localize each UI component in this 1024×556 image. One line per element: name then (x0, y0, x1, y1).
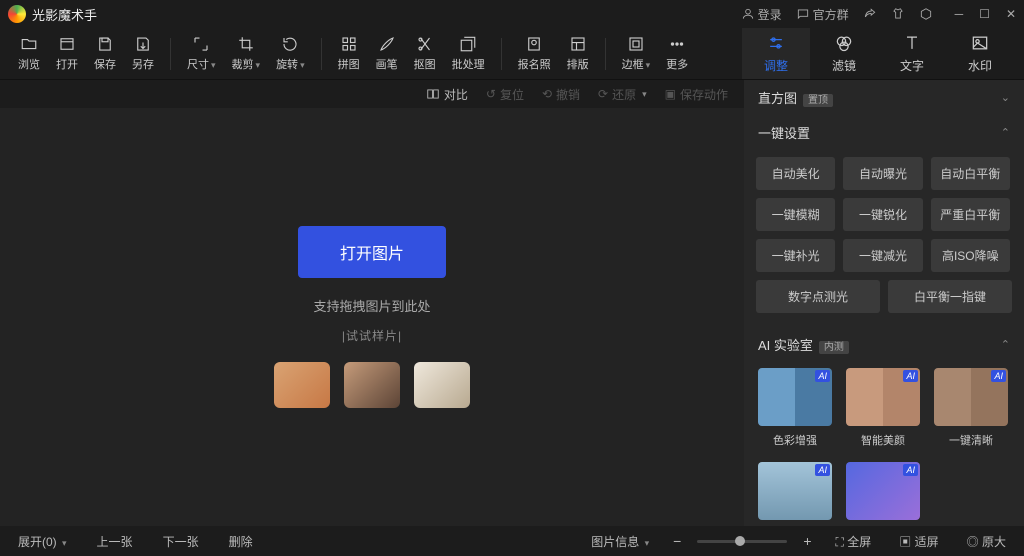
expand-button[interactable]: 展开(0) ▾ (10, 530, 75, 553)
group-label: 官方群 (813, 6, 849, 23)
minimize-icon[interactable]: ─ (955, 7, 964, 21)
chevron-up-icon: ⌃ (1001, 338, 1010, 351)
login-label: 登录 (758, 6, 782, 23)
next-button[interactable]: 下一张 (155, 530, 207, 553)
zoom-slider[interactable] (697, 540, 787, 543)
tool-brush[interactable]: 画笔 (368, 35, 406, 72)
share-icon[interactable] (863, 7, 877, 21)
tool-frame[interactable]: 边框▾ (614, 35, 659, 72)
preset-auto-exposure[interactable]: 自动曝光 (843, 157, 922, 190)
preset-wb-onekey[interactable]: 白平衡一指键 (888, 280, 1012, 313)
chevron-down-icon: ⌄ (1001, 91, 1010, 104)
drag-hint-text: 支持拖拽图片到此处 (313, 296, 430, 315)
preset-grid: 自动美化 自动曝光 自动白平衡 一键模糊 一键锐化 严重白平衡 一键补光 一键减… (756, 157, 1012, 313)
settings-icon[interactable] (919, 7, 933, 21)
tool-crop[interactable]: 裁剪▾ (224, 35, 269, 72)
app-title: 光影魔术手 (32, 5, 97, 24)
preset-iso-nr[interactable]: 高ISO降噪 (931, 239, 1010, 272)
preset-strong-wb[interactable]: 严重白平衡 (931, 198, 1010, 231)
tab-adjust[interactable]: 调整 (742, 28, 810, 79)
ai-item-4[interactable]: AI (758, 462, 832, 520)
prev-button[interactable]: 上一张 (89, 530, 141, 553)
main-toolbar: 浏览 打开 保存 另存 尺寸▾ 裁剪▾ 旋转▾ 拼图 画笔 抠图 批处理 报名照… (0, 28, 1024, 80)
tool-batch[interactable]: 批处理 (444, 35, 493, 72)
sample-thumb-3[interactable] (414, 362, 470, 408)
open-image-button[interactable]: 打开图片 (298, 226, 446, 278)
redo-button[interactable]: ⟳ 还原▾ (598, 86, 647, 103)
tool-layout[interactable]: 排版 (559, 35, 597, 72)
ai-item-5[interactable]: AI (846, 462, 920, 520)
tab-text[interactable]: 文字 (878, 28, 946, 79)
theme-icon[interactable] (891, 7, 905, 21)
official-group-button[interactable]: 官方群 (796, 6, 849, 23)
preset-auto-wb[interactable]: 自动白平衡 (931, 157, 1010, 190)
sample-thumb-1[interactable] (274, 362, 330, 408)
tab-filter[interactable]: 滤镜 (810, 28, 878, 79)
tool-save[interactable]: 保存 (86, 35, 124, 72)
zoom-out-icon[interactable]: − (669, 533, 685, 549)
secondary-toolbar: 对比 ↺ 复位 ⟲ 撤销 ⟳ 还原▾ ▣ 保存动作 (0, 80, 744, 108)
login-button[interactable]: 登录 (741, 6, 782, 23)
ai-sharpen[interactable]: AI一键清晰 (934, 368, 1008, 448)
image-info-button[interactable]: 图片信息 ▾ (583, 530, 657, 553)
preset-sharpen[interactable]: 一键锐化 (843, 198, 922, 231)
ai-color-enhance[interactable]: AI色彩增强 (758, 368, 832, 448)
tool-idphoto[interactable]: 报名照 (510, 35, 559, 72)
tool-open[interactable]: 打开 (48, 35, 86, 72)
empty-canvas[interactable]: 打开图片 支持拖拽图片到此处 |试试样片| (0, 108, 744, 526)
preset-reduce-light[interactable]: 一键减光 (843, 239, 922, 272)
bottom-bar: 展开(0) ▾ 上一张 下一张 删除 图片信息 ▾ − + ⛶ 全屏 ▣ 适屏 … (0, 526, 1024, 556)
actual-button[interactable]: ◎ 原大 (959, 530, 1014, 553)
app-logo-icon (8, 5, 26, 23)
save-action-button[interactable]: ▣ 保存动作 (665, 86, 728, 103)
canvas-area: 对比 ↺ 复位 ⟲ 撤销 ⟳ 还原▾ ▣ 保存动作 打开图片 支持拖拽图片到此处… (0, 80, 744, 526)
preset-fill-light[interactable]: 一键补光 (756, 239, 835, 272)
preset-blur[interactable]: 一键模糊 (756, 198, 835, 231)
histogram-section-head[interactable]: 直方图置顶 ⌄ (744, 80, 1024, 115)
tool-cutout[interactable]: 抠图 (406, 35, 444, 72)
fullscreen-button[interactable]: ⛶ 全屏 (828, 530, 880, 553)
close-icon[interactable]: ✕ (1006, 7, 1016, 21)
tool-more[interactable]: 更多 (658, 35, 696, 72)
right-panel: 直方图置顶 ⌄ 一键设置 ⌃ 自动美化 自动曝光 自动白平衡 一键模糊 一键锐化… (744, 80, 1024, 526)
tool-collage[interactable]: 拼图 (330, 35, 368, 72)
undo-button[interactable]: ⟲ 撤销 (542, 86, 580, 103)
tool-size[interactable]: 尺寸▾ (179, 35, 224, 72)
tool-saveas[interactable]: 另存 (124, 35, 162, 72)
sample-thumb-2[interactable] (344, 362, 400, 408)
quick-section-head[interactable]: 一键设置 ⌃ (744, 115, 1024, 150)
compare-toggle[interactable]: 对比 (426, 86, 468, 103)
tab-watermark[interactable]: 水印 (946, 28, 1014, 79)
sample-caption: |试试样片| (342, 327, 402, 344)
maximize-icon[interactable]: ☐ (979, 7, 990, 21)
preset-auto-beautify[interactable]: 自动美化 (756, 157, 835, 190)
ai-lab-section-head[interactable]: AI 实验室内测 ⌃ (744, 327, 1024, 362)
tool-browse[interactable]: 浏览 (10, 35, 48, 72)
ai-smart-beauty[interactable]: AI智能美颜 (846, 368, 920, 448)
chevron-up-icon: ⌃ (1001, 126, 1010, 139)
zoom-in-icon[interactable]: + (799, 533, 815, 549)
title-bar: 光影魔术手 登录 官方群 ─ ☐ ✕ (0, 0, 1024, 28)
revert-button[interactable]: ↺ 复位 (486, 86, 524, 103)
fit-button[interactable]: ▣ 适屏 (891, 530, 946, 553)
tool-rotate[interactable]: 旋转▾ (268, 35, 313, 72)
preset-spot-meter[interactable]: 数字点测光 (756, 280, 880, 313)
delete-button[interactable]: 删除 (221, 530, 261, 553)
